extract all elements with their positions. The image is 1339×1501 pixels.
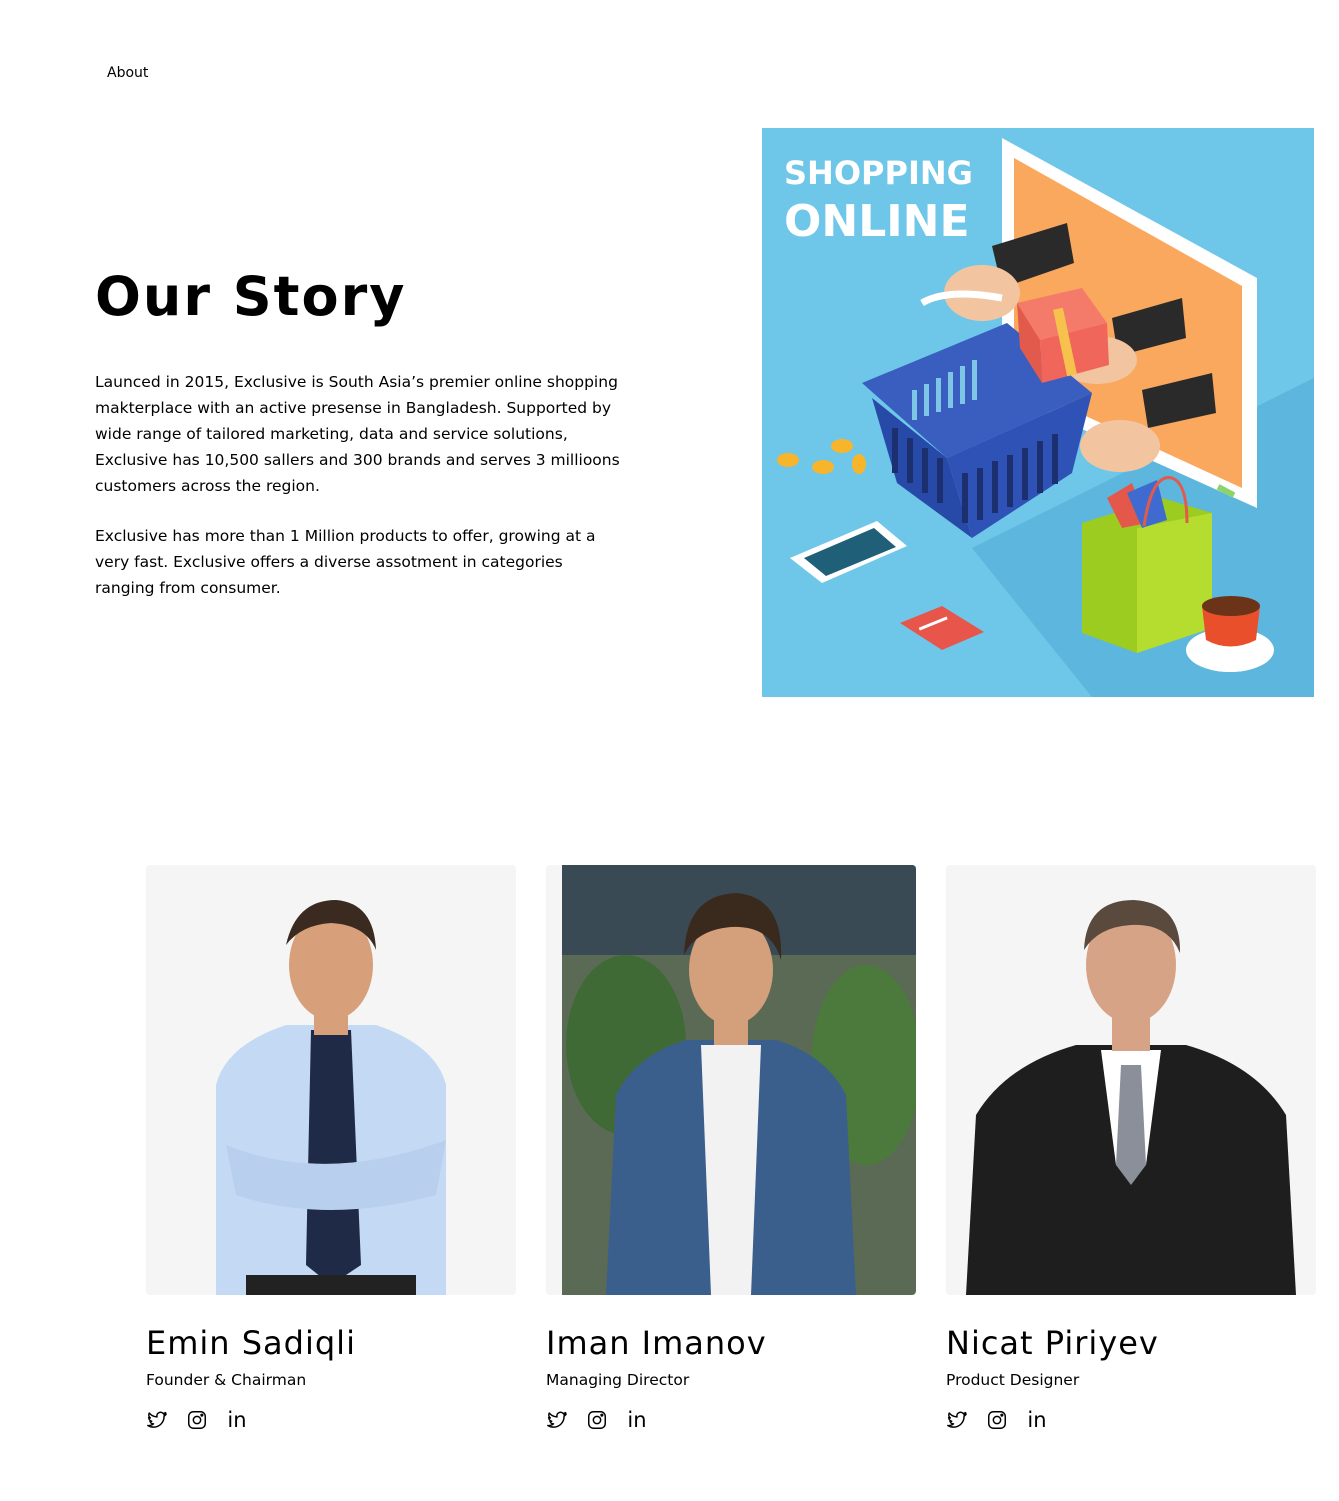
instagram-icon[interactable] <box>986 1409 1008 1431</box>
team-member-role: Founder & Chairman <box>146 1371 307 1389</box>
story-paragraph-2: Exclusive has more than 1 Million produc… <box>95 527 596 597</box>
twitter-icon[interactable] <box>546 1409 568 1431</box>
team-photo <box>946 865 1316 1295</box>
social-links: in <box>946 1409 1316 1431</box>
story-title: Our Story <box>95 265 407 328</box>
team-card: Iman Imanov Managing Director in <box>546 865 916 1431</box>
hero-line1: SHOPPING <box>784 154 973 192</box>
twitter-icon[interactable] <box>146 1409 168 1431</box>
hero-line2: ONLINE <box>784 196 970 247</box>
instagram-icon[interactable] <box>586 1409 608 1431</box>
team-member-role: Product Designer <box>946 1371 1080 1389</box>
team-card: Nicat Piriyev Product Designer in <box>946 865 1316 1431</box>
team-member-role: Managing Director <box>546 1371 690 1389</box>
team-member-name: Iman Imanov <box>546 1324 767 1362</box>
team-card: Emin Sadiqli Founder & Chairman in <box>146 865 516 1431</box>
team-photo <box>546 865 916 1295</box>
linkedin-icon[interactable]: in <box>626 1409 648 1431</box>
team-photo <box>146 865 516 1295</box>
team-member-name: Emin Sadiqli <box>146 1324 356 1362</box>
linkedin-icon[interactable]: in <box>1026 1409 1048 1431</box>
team-member-name: Nicat Piriyev <box>946 1324 1159 1362</box>
social-links: in <box>146 1409 516 1431</box>
social-links: in <box>546 1409 916 1431</box>
twitter-icon[interactable] <box>946 1409 968 1431</box>
shopping-online-illustration: SHOPPING ONLINE <box>762 128 1314 697</box>
linkedin-icon[interactable]: in <box>226 1409 248 1431</box>
instagram-icon[interactable] <box>186 1409 208 1431</box>
story-paragraph-1: Launced in 2015, Exclusive is South Asia… <box>95 373 620 495</box>
breadcrumb-current[interactable]: About <box>107 65 148 81</box>
